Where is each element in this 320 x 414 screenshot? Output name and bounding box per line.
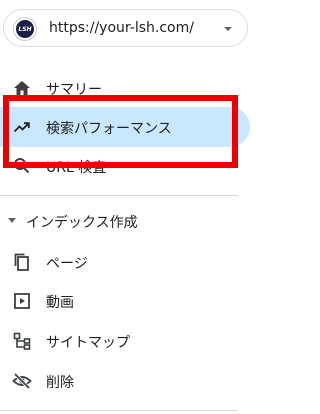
sitemap-icon <box>13 332 31 350</box>
nav-item-performance-label: 検索パフォーマンス <box>46 121 172 137</box>
nav-item-sitemaps[interactable]: サイトマップ <box>0 321 250 361</box>
search-icon <box>14 158 30 174</box>
divider <box>0 195 238 196</box>
nav-item-url-inspection-label: URL 検査 <box>46 160 107 176</box>
nav-item-summary[interactable]: サマリー <box>0 68 250 108</box>
pages-icon <box>14 253 29 271</box>
home-icon <box>14 81 30 95</box>
nav-item-videos[interactable]: 動画 <box>0 281 250 321</box>
divider-bottom <box>0 410 238 411</box>
video-icon <box>14 293 30 309</box>
nav-item-pages-label: ページ <box>46 256 88 272</box>
site-logo: LSH <box>14 18 36 40</box>
nav-item-removals-label: 削除 <box>46 375 74 391</box>
section-header-index[interactable]: インデックス作成 <box>0 210 250 232</box>
trending-up-icon <box>13 122 30 133</box>
nav-item-sitemaps-label: サイトマップ <box>46 335 130 351</box>
visibility-off-icon <box>12 372 32 390</box>
nav-item-videos-label: 動画 <box>46 295 74 311</box>
nav-item-pages[interactable]: ページ <box>0 242 250 282</box>
nav-item-performance[interactable]: 検索パフォーマンス <box>0 107 250 147</box>
nav-item-removals[interactable]: 削除 <box>0 361 250 401</box>
nav-item-url-inspection[interactable]: URL 検査 <box>0 146 250 186</box>
logo-text: LSH <box>18 25 32 33</box>
property-url: https://your-lsh.com/ <box>49 20 194 36</box>
caret-down-icon <box>8 218 16 223</box>
property-selector[interactable]: LSH https://your-lsh.com/ <box>3 9 248 47</box>
nav-item-summary-label: サマリー <box>46 82 102 98</box>
section-header-index-label: インデックス作成 <box>26 215 138 231</box>
chevron-down-icon <box>224 27 232 31</box>
